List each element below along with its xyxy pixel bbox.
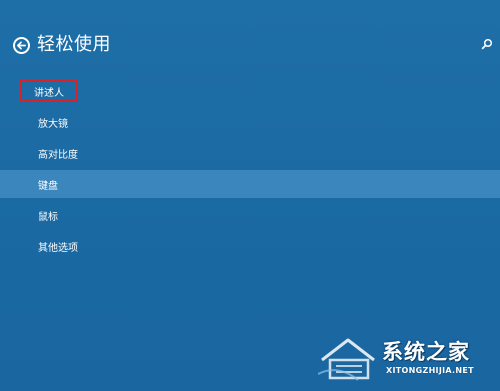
menu-item-label: 讲述人 xyxy=(20,80,78,102)
back-button[interactable] xyxy=(13,36,30,54)
menu-item-label: 其他选项 xyxy=(38,242,78,254)
menu-item-high-contrast[interactable]: 高对比度 xyxy=(0,139,500,167)
menu-item-narrator[interactable]: 讲述人 xyxy=(0,77,500,105)
arrow-left-icon xyxy=(17,40,26,50)
menu-item-label: 放大镜 xyxy=(38,118,68,130)
watermark: 系统之家 XITONGZHIJIA.NET xyxy=(318,330,498,388)
header: 轻松使用 xyxy=(13,34,111,56)
search-icon[interactable] xyxy=(481,38,493,50)
watermark-logo-icon xyxy=(318,338,375,381)
menu-item-other-options[interactable]: 其他选项 xyxy=(0,232,500,260)
menu-item-label: 高对比度 xyxy=(38,149,78,161)
menu-item-label: 键盘 xyxy=(38,180,58,192)
page-title: 轻松使用 xyxy=(37,34,111,55)
menu-item-keyboard[interactable]: 键盘 xyxy=(0,170,500,198)
watermark-domain: XITONGZHIJIA.NET xyxy=(386,366,474,375)
menu-item-label: 鼠标 xyxy=(38,211,58,223)
menu-item-magnifier[interactable]: 放大镜 xyxy=(0,108,500,136)
watermark-text: 系统之家 xyxy=(382,340,470,364)
menu-item-mouse[interactable]: 鼠标 xyxy=(0,201,500,229)
settings-panel: 轻松使用 讲述人 放大镜 高对比度 键盘 鼠标 其他选项 系统之家 XITONG… xyxy=(0,0,500,391)
